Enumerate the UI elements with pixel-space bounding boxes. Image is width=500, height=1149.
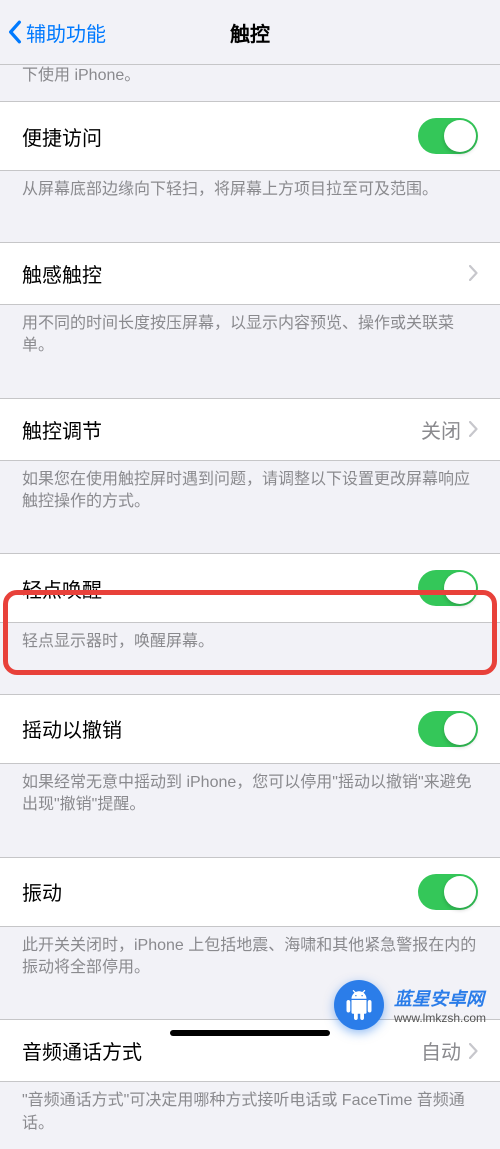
watermark-url: www.lmkzsh.com bbox=[394, 1011, 486, 1025]
android-icon bbox=[334, 980, 384, 1030]
touch-accommodations-cell[interactable]: 触控调节 关闭 bbox=[0, 398, 500, 461]
watermark: 蓝星安卓网 www.lmkzsh.com bbox=[334, 980, 486, 1030]
shake-to-undo-cell[interactable]: 摇动以撤销 bbox=[0, 694, 500, 764]
shake-to-undo-footer: 如果经常无意中摇动到 iPhone，您可以停用"摇动以撤销"来避免出现"撤销"提… bbox=[0, 764, 500, 831]
assistive-touch-footer: 下使用 iPhone。 bbox=[0, 65, 500, 101]
call-audio-routing-footer: "音频通话方式"可决定用哪种方式接听电话或 FaceTime 音频通话。 bbox=[0, 1082, 500, 1149]
call-audio-routing-value: 自动 bbox=[421, 1036, 461, 1065]
tap-to-wake-label: 轻点唤醒 bbox=[22, 574, 102, 603]
chevron-right-icon bbox=[469, 1043, 478, 1059]
touch-accommodations-label: 触控调节 bbox=[22, 415, 102, 444]
chevron-right-icon bbox=[469, 421, 478, 437]
navigation-bar: 辅助功能 触控 bbox=[0, 0, 500, 65]
tap-to-wake-footer: 轻点显示器时，唤醒屏幕。 bbox=[0, 623, 500, 667]
vibration-toggle[interactable] bbox=[418, 874, 478, 910]
haptic-touch-label: 触感触控 bbox=[22, 259, 102, 288]
touch-accommodations-footer: 如果您在使用触控屏时遇到问题，请调整以下设置更改屏幕响应触控操作的方式。 bbox=[0, 461, 500, 528]
haptic-touch-cell[interactable]: 触感触控 bbox=[0, 242, 500, 305]
touch-accommodations-value: 关闭 bbox=[421, 415, 461, 444]
tap-to-wake-cell[interactable]: 轻点唤醒 bbox=[0, 553, 500, 623]
page-title: 触控 bbox=[230, 18, 270, 47]
home-indicator[interactable] bbox=[170, 1030, 330, 1036]
reachability-toggle[interactable] bbox=[418, 118, 478, 154]
reachability-label: 便捷访问 bbox=[22, 122, 102, 151]
shake-to-undo-toggle[interactable] bbox=[418, 711, 478, 747]
vibration-cell[interactable]: 振动 bbox=[0, 857, 500, 927]
reachability-cell[interactable]: 便捷访问 bbox=[0, 101, 500, 171]
back-label: 辅助功能 bbox=[26, 18, 106, 47]
back-button[interactable]: 辅助功能 bbox=[0, 18, 106, 47]
watermark-title: 蓝星安卓网 bbox=[394, 985, 484, 1011]
reachability-footer: 从屏幕底部边缘向下轻扫，将屏幕上方项目拉至可及范围。 bbox=[0, 171, 500, 215]
chevron-right-icon bbox=[469, 265, 478, 281]
shake-to-undo-label: 摇动以撤销 bbox=[22, 714, 122, 743]
vibration-label: 振动 bbox=[22, 877, 62, 906]
tap-to-wake-toggle[interactable] bbox=[418, 570, 478, 606]
chevron-left-icon bbox=[8, 20, 22, 44]
call-audio-routing-label: 音频通话方式 bbox=[22, 1036, 142, 1065]
haptic-touch-footer: 用不同的时间长度按压屏幕，以显示内容预览、操作或关联菜单。 bbox=[0, 305, 500, 372]
